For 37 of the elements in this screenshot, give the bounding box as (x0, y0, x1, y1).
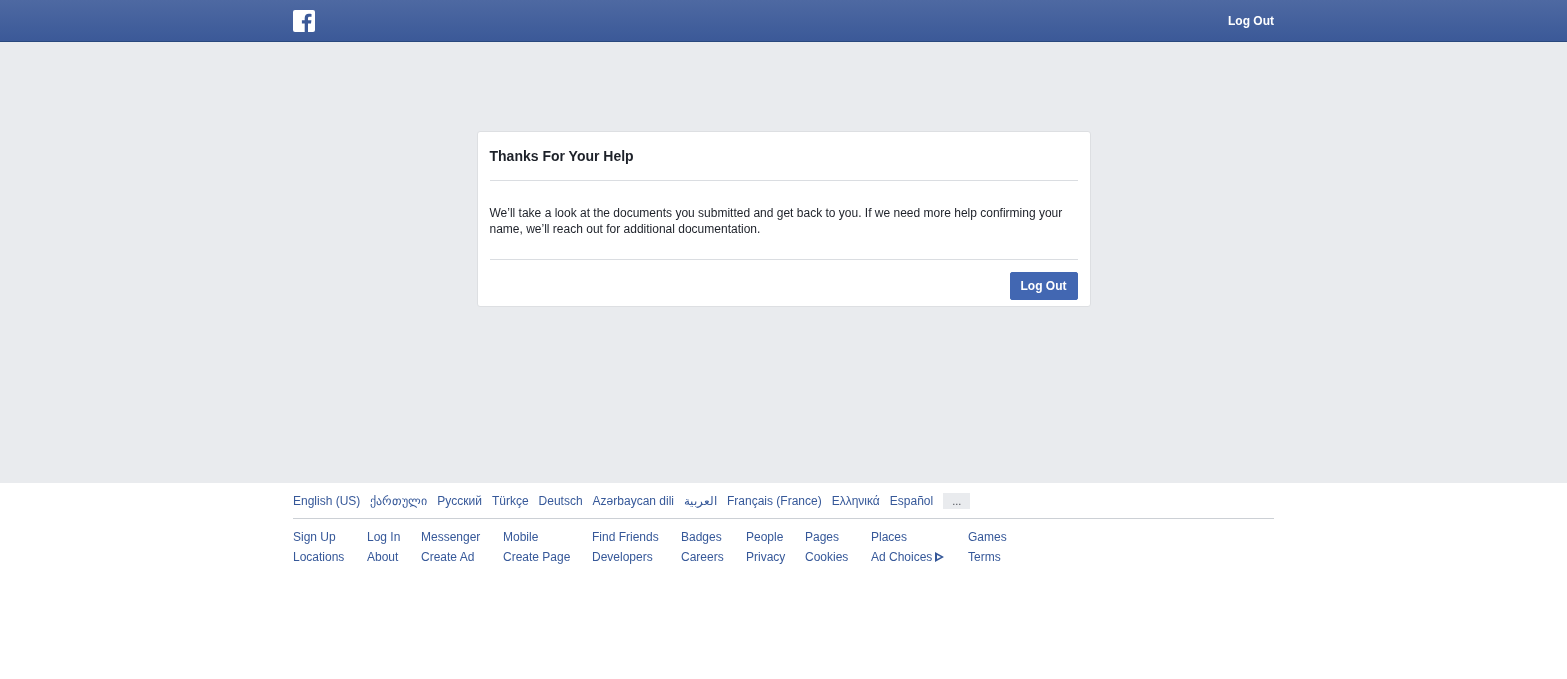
footer-link[interactable]: Developers (592, 547, 653, 567)
footer-link[interactable]: People (746, 527, 784, 547)
language-link[interactable]: العربية (684, 491, 717, 510)
footer-link[interactable]: Create Ad (421, 547, 475, 567)
footer-link[interactable]: Find Friends (592, 527, 659, 547)
footer-link[interactable]: Messenger (421, 527, 481, 547)
footer-link[interactable]: Ad Choices (871, 547, 933, 567)
language-link[interactable]: Ελληνικά (831, 491, 880, 510)
footer-link[interactable]: Careers (681, 547, 724, 567)
f-logo-icon[interactable] (293, 9, 315, 32)
footer-link[interactable]: Pages (805, 527, 840, 547)
language-link[interactable]: Deutsch (538, 491, 583, 510)
language-link[interactable]: Français (France) (727, 491, 822, 510)
triangle-icon (933, 551, 946, 563)
footer-link[interactable]: Privacy (746, 547, 786, 567)
language-link[interactable]: ქართული (370, 491, 428, 510)
footer-link[interactable]: About (367, 547, 399, 567)
language-link[interactable]: Türkçe (491, 491, 529, 510)
dialog-message: We’ll take a look at the documents you submitted and get back to you. If we need more help confirming your name, we’ll reach out for additional documentation. (489, 181, 1078, 260)
language-link[interactable]: Azərbaycan dili (592, 491, 674, 510)
language-link[interactable]: Русский (437, 491, 482, 510)
footer-link[interactable]: Cookies (805, 547, 849, 567)
footer-link[interactable]: Terms (968, 547, 1001, 567)
logout-link[interactable]: Log Out (1228, 11, 1274, 30)
language-link[interactable]: English (US) (293, 491, 361, 510)
footer-link[interactable]: Games (968, 527, 1007, 547)
footer-link[interactable]: Log In (367, 527, 401, 547)
footer-link[interactable]: Badges (681, 527, 722, 547)
language-link[interactable]: Español (889, 491, 934, 510)
footer-link[interactable]: Create Page (503, 547, 571, 567)
footer-link[interactable]: Mobile (503, 527, 539, 547)
footer-link[interactable]: Locations (293, 547, 345, 567)
footer-link[interactable]: Places (871, 527, 908, 547)
more-languages-button[interactable]: ... (943, 492, 971, 509)
logout-button[interactable]: Log Out (1009, 272, 1078, 300)
dialog-title: Thanks For Your Help (489, 132, 1078, 181)
footer-link[interactable]: Sign Up (293, 527, 336, 547)
